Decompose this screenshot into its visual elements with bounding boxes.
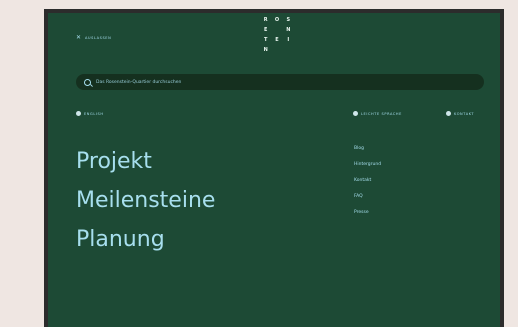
logo-letter: R [263,17,268,23]
nav-link-meilensteine[interactable]: Meilensteine [76,186,215,216]
nav-link-planung[interactable]: Planung [76,225,215,255]
secondary-navigation: Blog Hintergrund Kontakt FAQ Presse [354,146,381,216]
english-link[interactable]: ENGLISH [76,111,104,116]
contact-icon [446,111,451,116]
nav-link-presse[interactable]: Presse [354,210,381,216]
logo-letter: N [263,47,268,53]
close-label: AUSLASSEN [85,36,112,40]
logo-letter [271,27,282,33]
main-navigation: Projekt Meilensteine Planung [76,147,215,255]
search-icon [84,78,91,86]
nav-link-kontakt[interactable]: Kontakt [354,178,381,184]
close-icon: ✕ [76,34,82,41]
nav-link-hintergrund[interactable]: Hintergrund [354,162,381,168]
search-placeholder: Das Rosenstein-Quartier durchsuchen [96,79,182,85]
utility-row: ENGLISH LEICHTE SPRACHE KONTAKT [76,111,496,119]
nav-link-faq[interactable]: FAQ [354,194,381,200]
contact-link[interactable]: KONTAKT [446,111,474,116]
logo-letter: O [274,17,280,23]
globe-icon [76,111,81,116]
easy-language-link[interactable]: LEICHTE SPRACHE [353,111,402,116]
nav-link-projekt[interactable]: Projekt [76,147,215,177]
search-input[interactable]: Das Rosenstein-Quartier durchsuchen [76,74,484,90]
close-menu-button[interactable]: ✕ AUSLASSEN [76,35,111,41]
easy-language-icon [353,111,358,116]
contact-label: KONTAKT [454,111,475,116]
logo-letter: I [287,37,290,43]
logo-letter: N [286,27,291,33]
nav-link-blog[interactable]: Blog [354,146,381,152]
logo-letter: T [263,37,268,43]
menu-overlay: ✕ AUSLASSEN R O S E N T E I N Das Rosens… [48,13,500,327]
logo[interactable]: R O S E N T E I N [260,17,294,53]
logo-letter: S [286,17,291,23]
logo-letter: E [275,37,279,43]
easy-language-label: LEICHTE SPRACHE [361,111,402,116]
logo-letter: E [263,27,268,33]
english-label: ENGLISH [84,111,104,116]
